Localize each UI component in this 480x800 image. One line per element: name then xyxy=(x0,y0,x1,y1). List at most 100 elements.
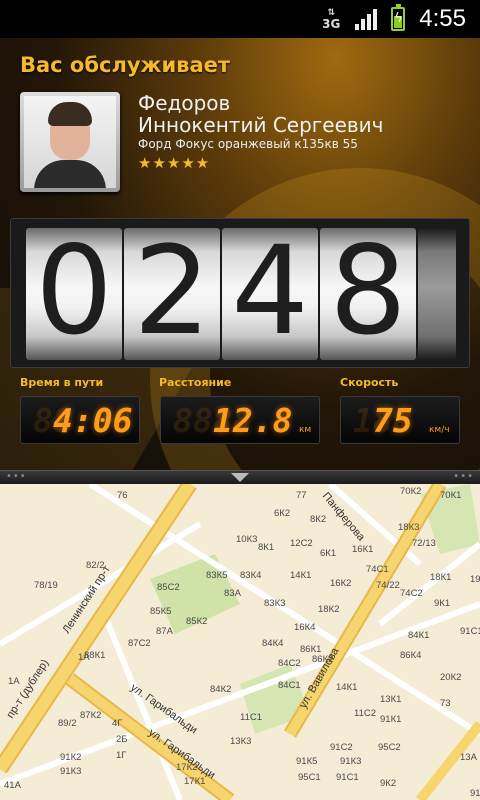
building-number: 18К2 xyxy=(318,604,339,615)
building-number: 17К1 xyxy=(184,776,205,787)
building-number: 1А xyxy=(8,676,20,687)
rating-stars-icon: ★★★★★ xyxy=(138,154,211,172)
building-number: 19К1 xyxy=(470,574,480,585)
building-number: 91К2 xyxy=(470,788,480,799)
building-number: 8К2 xyxy=(310,514,326,525)
speed-label: Скорость xyxy=(340,376,399,389)
street-label: ул. Гарибальди xyxy=(146,727,217,782)
building-number: 9К1 xyxy=(434,598,450,609)
travel-time-value: 4:06 xyxy=(53,400,133,440)
building-number: 74/22 xyxy=(376,580,400,591)
building-number: 2Б xyxy=(116,734,128,745)
building-number: 91С2 xyxy=(330,742,353,753)
divider-dots-left: ••• xyxy=(6,471,27,482)
building-number: 18К3 xyxy=(398,522,419,533)
building-number: 11С2 xyxy=(354,708,376,719)
driver-car: Форд Фокус оранжевый к135кв 55 xyxy=(138,137,358,151)
odometer-digit: 0 xyxy=(26,228,122,360)
building-number: 16К2 xyxy=(330,578,351,589)
building-number: 91К5 xyxy=(296,756,317,767)
building-number: 89/2 xyxy=(58,718,77,729)
divider-dots-right: ••• xyxy=(453,471,474,482)
building-number: 16К1 xyxy=(352,544,373,555)
building-number: 73 xyxy=(440,698,451,709)
travel-time-display: 88:88 4:06 xyxy=(20,396,140,444)
distance-unit: км xyxy=(299,425,312,435)
signal-icon xyxy=(355,8,378,30)
building-number: 72/13 xyxy=(412,538,436,549)
building-number: 20К2 xyxy=(440,672,461,683)
speed-display: 188 75 км/ч xyxy=(340,396,460,444)
building-number: 91К3 xyxy=(340,756,361,767)
building-number: 77 xyxy=(296,490,307,501)
building-number: 84К2 xyxy=(210,684,231,695)
driver-name: Федоров Иннокентий Сергеевич xyxy=(138,92,384,136)
driver-panel: Вас обслуживает Федоров Иннокентий Серге… xyxy=(0,38,480,470)
building-number: 91С1 xyxy=(336,772,359,783)
speed-unit: км/ч xyxy=(429,425,450,435)
building-number: 10К3 xyxy=(236,534,257,545)
building-number: 70К2 xyxy=(400,486,421,497)
building-number: 87С2 xyxy=(128,638,151,649)
building-number: 6К2 xyxy=(274,508,290,519)
building-number: 17К2 xyxy=(176,762,197,773)
building-number: 91К1 xyxy=(380,714,401,725)
building-number: 74С1 xyxy=(366,564,389,575)
building-number: 84К4 xyxy=(262,638,283,649)
building-number: 14К1 xyxy=(336,682,357,693)
building-number: 95С2 xyxy=(378,742,401,753)
driver-avatar[interactable] xyxy=(20,92,120,192)
odometer-digit: 4 xyxy=(222,228,318,360)
building-number: 4Г xyxy=(112,718,122,729)
building-number: 84С1 xyxy=(278,680,301,691)
fare-odometer: 0 2 4 8 xyxy=(26,228,458,360)
building-number: 87А xyxy=(156,626,174,637)
building-number: 83К4 xyxy=(240,570,261,581)
building-number: 84К1 xyxy=(408,630,429,641)
building-number: 13К3 xyxy=(230,736,251,747)
building-number: 8К1 xyxy=(258,542,274,553)
building-number: 41А xyxy=(4,780,22,791)
building-number: 85К5 xyxy=(150,606,171,617)
building-number: 14К1 xyxy=(290,570,311,581)
distance-display: 8888.8 12.8 км xyxy=(160,396,320,444)
building-number: 91С1 xyxy=(460,626,480,637)
building-number: 85С2 xyxy=(157,582,180,593)
driver-last-name: Федоров xyxy=(138,91,231,115)
odometer-digit: 2 xyxy=(124,228,220,360)
driver-first-names: Иннокентий Сергеевич xyxy=(138,113,384,137)
status-bar: ⇅ 3G ϟ 4:55 xyxy=(0,0,480,38)
building-number: 86К4 xyxy=(400,650,421,661)
building-number: 91К2 xyxy=(60,752,81,763)
speed-value: 75 xyxy=(373,400,413,440)
building-number: 1А xyxy=(78,652,90,663)
building-number: 74С2 xyxy=(400,588,423,599)
building-number: 95С1 xyxy=(298,772,321,783)
map-view[interactable]: Ленинский пр-т пр-т (дублер) ул. Гарибал… xyxy=(0,484,480,800)
map-canvas[interactable]: Ленинский пр-т пр-т (дублер) ул. Гарибал… xyxy=(0,484,480,800)
network-label: 3G xyxy=(322,17,341,31)
building-number: 83К5 xyxy=(206,570,227,581)
building-number: 91К3 xyxy=(60,766,81,777)
building-number: 83К3 xyxy=(264,598,285,609)
network-3g-icon: ⇅ 3G xyxy=(322,8,341,31)
building-number: 12С2 xyxy=(290,538,313,549)
odometer-digit: 8 xyxy=(320,228,416,360)
building-number: 84С2 xyxy=(278,658,301,669)
collapse-arrow-icon[interactable] xyxy=(231,473,249,482)
building-number: 1Г xyxy=(116,750,126,761)
building-number: 70К1 xyxy=(440,490,461,501)
building-number: 11С1 xyxy=(240,712,262,723)
building-number: 86К2 xyxy=(312,654,333,665)
building-number: 13К1 xyxy=(380,694,401,705)
odometer-end-cap xyxy=(418,228,456,360)
building-number: 18К1 xyxy=(430,572,451,583)
clock: 4:55 xyxy=(419,5,466,32)
building-number: 85К2 xyxy=(186,616,207,627)
building-number: 6К1 xyxy=(320,548,336,559)
building-number: 83А xyxy=(224,588,242,599)
building-number: 76 xyxy=(117,490,128,501)
building-number: 13А xyxy=(460,752,478,763)
building-number: 78/19 xyxy=(34,580,58,591)
building-number: 87К2 xyxy=(80,710,101,721)
